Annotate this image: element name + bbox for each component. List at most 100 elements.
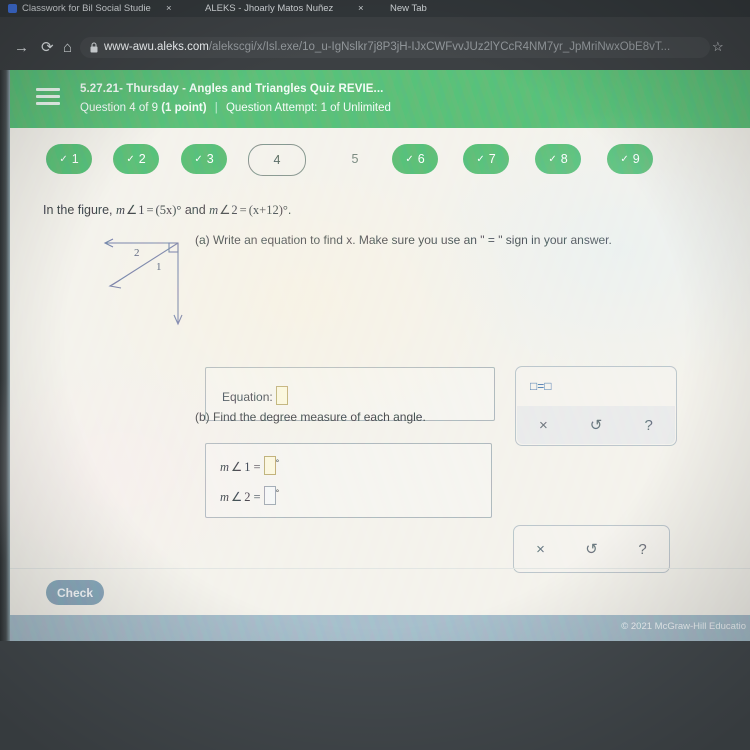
- angle-symbol: ∠: [231, 460, 243, 474]
- page-footer: © 2021 McGraw-Hill Educatio: [10, 615, 750, 641]
- laptop-screen-photo: Classwork for Bil Social Studie × ALEKS …: [0, 0, 750, 750]
- pill-number: 3: [206, 152, 214, 166]
- check-icon: ✓: [620, 153, 629, 165]
- question-pill-4-current[interactable]: 4: [248, 144, 306, 176]
- m-symbol: m: [220, 460, 230, 474]
- tab-title: ALEKS - Jhoarly Matos Nuñez: [205, 3, 334, 14]
- pill-number: 6: [417, 152, 425, 166]
- angle-2-row: m ∠ 2 = °: [220, 486, 279, 505]
- expression-2: (x+12)°: [248, 203, 288, 217]
- undo-icon[interactable]: ↺: [566, 540, 617, 558]
- angle-diagram-svg: [103, 238, 183, 326]
- undo-icon[interactable]: ↺: [570, 416, 623, 434]
- navigation-bar: → ⟳ ⌂ www-awu.aleks.com/alekscgi/x/Isl.e…: [0, 17, 750, 58]
- m-symbol: m: [115, 203, 125, 217]
- equals-sign: =: [146, 203, 154, 217]
- question-pill-6[interactable]: ✓ 6: [392, 144, 438, 174]
- question-points: (1 point): [161, 102, 207, 114]
- aleks-header: 5.27.21- Thursday - Angles and Triangles…: [10, 70, 750, 128]
- tab-title: Classwork for Bil Social Studie: [22, 3, 151, 14]
- question-pill-1[interactable]: ✓ 1: [46, 144, 92, 174]
- ray-diagonal: [111, 242, 179, 286]
- palette-a-action-row: × ↺ ?: [517, 406, 675, 444]
- question-status: Question 4 of 9 (1 point) | Question Att…: [80, 102, 391, 114]
- status-separator: |: [214, 102, 218, 114]
- pill-number: 7: [488, 152, 496, 166]
- question-pill-5[interactable]: 5: [340, 144, 370, 174]
- pill-number: 5: [351, 152, 359, 166]
- question-pill-7[interactable]: ✓ 7: [463, 144, 509, 174]
- tab-title: New Tab: [390, 3, 427, 14]
- angle-1-input-blank[interactable]: [263, 456, 276, 475]
- question-statement: In the figure, m∠1 = (5x)° and m∠2 = (x+12)°…: [43, 202, 291, 218]
- palette-b-action-row: × ↺ ?: [515, 527, 668, 571]
- m-symbol: m: [220, 490, 230, 504]
- check-icon: ✓: [548, 153, 557, 165]
- m-symbol: m: [209, 203, 219, 217]
- equals-sign: =: [253, 460, 261, 474]
- arrowhead-diagonal: [108, 279, 122, 289]
- aleks-page: 5.27.21- Thursday - Angles and Triangles…: [10, 70, 750, 615]
- angle-number: 2: [244, 490, 251, 504]
- equals-sign: =: [253, 490, 261, 504]
- question-body: In the figure, m∠1 = (5x)° and m∠2 = (x+12)°…: [10, 188, 750, 573]
- part-b-prompt: (b) Find the degree measure of each angl…: [195, 410, 426, 424]
- question-attempt: Question Attempt: 1 of Unlimited: [225, 102, 391, 114]
- part-b-answer-box[interactable]: m ∠ 1 = ° m ∠ 2 = °: [205, 443, 492, 518]
- tab-close-button-2[interactable]: ×: [358, 1, 370, 17]
- equation-label-text: Equation:: [222, 390, 273, 404]
- browser-tab-1[interactable]: Classwork for Bil Social Studie: [6, 1, 161, 17]
- question-pill-2[interactable]: ✓ 2: [113, 144, 159, 174]
- expression-1: (5x)°: [155, 203, 182, 217]
- angle-symbol: ∠: [126, 203, 138, 217]
- math-palette-a: □=□ × ↺ ?: [515, 366, 677, 446]
- question-pill-9[interactable]: ✓ 9: [607, 144, 653, 174]
- tab-close-button-1[interactable]: ×: [166, 1, 178, 17]
- screen-left-edge: [0, 70, 10, 641]
- pill-number: 1: [71, 152, 79, 166]
- copyright-text: © 2021 McGraw-Hill Educatio: [621, 621, 746, 632]
- tab-strip: Classwork for Bil Social Studie × ALEKS …: [0, 0, 750, 17]
- pill-number: 4: [273, 153, 281, 167]
- bookmarks-bar: Important Links Classroom Mrs. Torres Bi…: [0, 45, 750, 108]
- tab-favicon: [8, 4, 17, 13]
- angle-figure: 2 1: [90, 233, 210, 333]
- clear-icon[interactable]: ×: [515, 541, 566, 558]
- check-bar: Check: [10, 568, 750, 615]
- figure-label-2: 2: [134, 247, 140, 259]
- check-button[interactable]: Check: [46, 580, 104, 605]
- check-icon: ✓: [59, 153, 68, 165]
- help-icon[interactable]: ?: [622, 417, 675, 434]
- check-icon: ✓: [476, 153, 485, 165]
- quiz-title: 5.27.21- Thursday - Angles and Triangles…: [80, 83, 384, 95]
- degree-symbol: °: [275, 458, 280, 468]
- check-icon: ✓: [405, 153, 414, 165]
- hamburger-menu-icon[interactable]: [36, 88, 60, 105]
- degree-symbol: °: [275, 488, 280, 498]
- browser-tab-2[interactable]: ALEKS - Jhoarly Matos Nuñez: [205, 1, 355, 17]
- browser-chrome: Classwork for Bil Social Studie × ALEKS …: [0, 0, 750, 108]
- clear-icon[interactable]: ×: [517, 417, 570, 434]
- pill-number: 2: [138, 152, 146, 166]
- angle-2-input-blank[interactable]: [263, 486, 276, 505]
- math-palette-b: × ↺ ?: [513, 525, 670, 573]
- question-prefix: In the figure,: [43, 203, 116, 217]
- equation-label: Equation:: [222, 386, 289, 405]
- figure-label-1: 1: [156, 261, 162, 273]
- pill-number: 8: [560, 152, 568, 166]
- question-pill-bar: ✓ 1 ✓ 2 ✓ 3 4 5 ✓ 6 ✓ 7 ✓ 8 ✓ 9: [10, 128, 750, 188]
- period: .: [287, 203, 292, 217]
- angle-symbol: ∠: [231, 490, 243, 504]
- laptop-bezel: hp: [0, 641, 750, 750]
- part-a-prompt: (a) Write an equation to find x. Make su…: [195, 233, 612, 247]
- palette-a-template-row: □=□: [516, 367, 676, 401]
- help-icon[interactable]: ?: [617, 541, 668, 558]
- question-pill-8[interactable]: ✓ 8: [535, 144, 581, 174]
- equals-sign: =: [239, 203, 247, 217]
- browser-tab-3[interactable]: New Tab: [390, 1, 450, 17]
- check-icon: ✓: [126, 153, 135, 165]
- equation-template-button[interactable]: □=□: [530, 379, 552, 393]
- equation-input-blank[interactable]: [276, 386, 289, 405]
- question-pill-3[interactable]: ✓ 3: [181, 144, 227, 174]
- check-icon: ✓: [194, 153, 203, 165]
